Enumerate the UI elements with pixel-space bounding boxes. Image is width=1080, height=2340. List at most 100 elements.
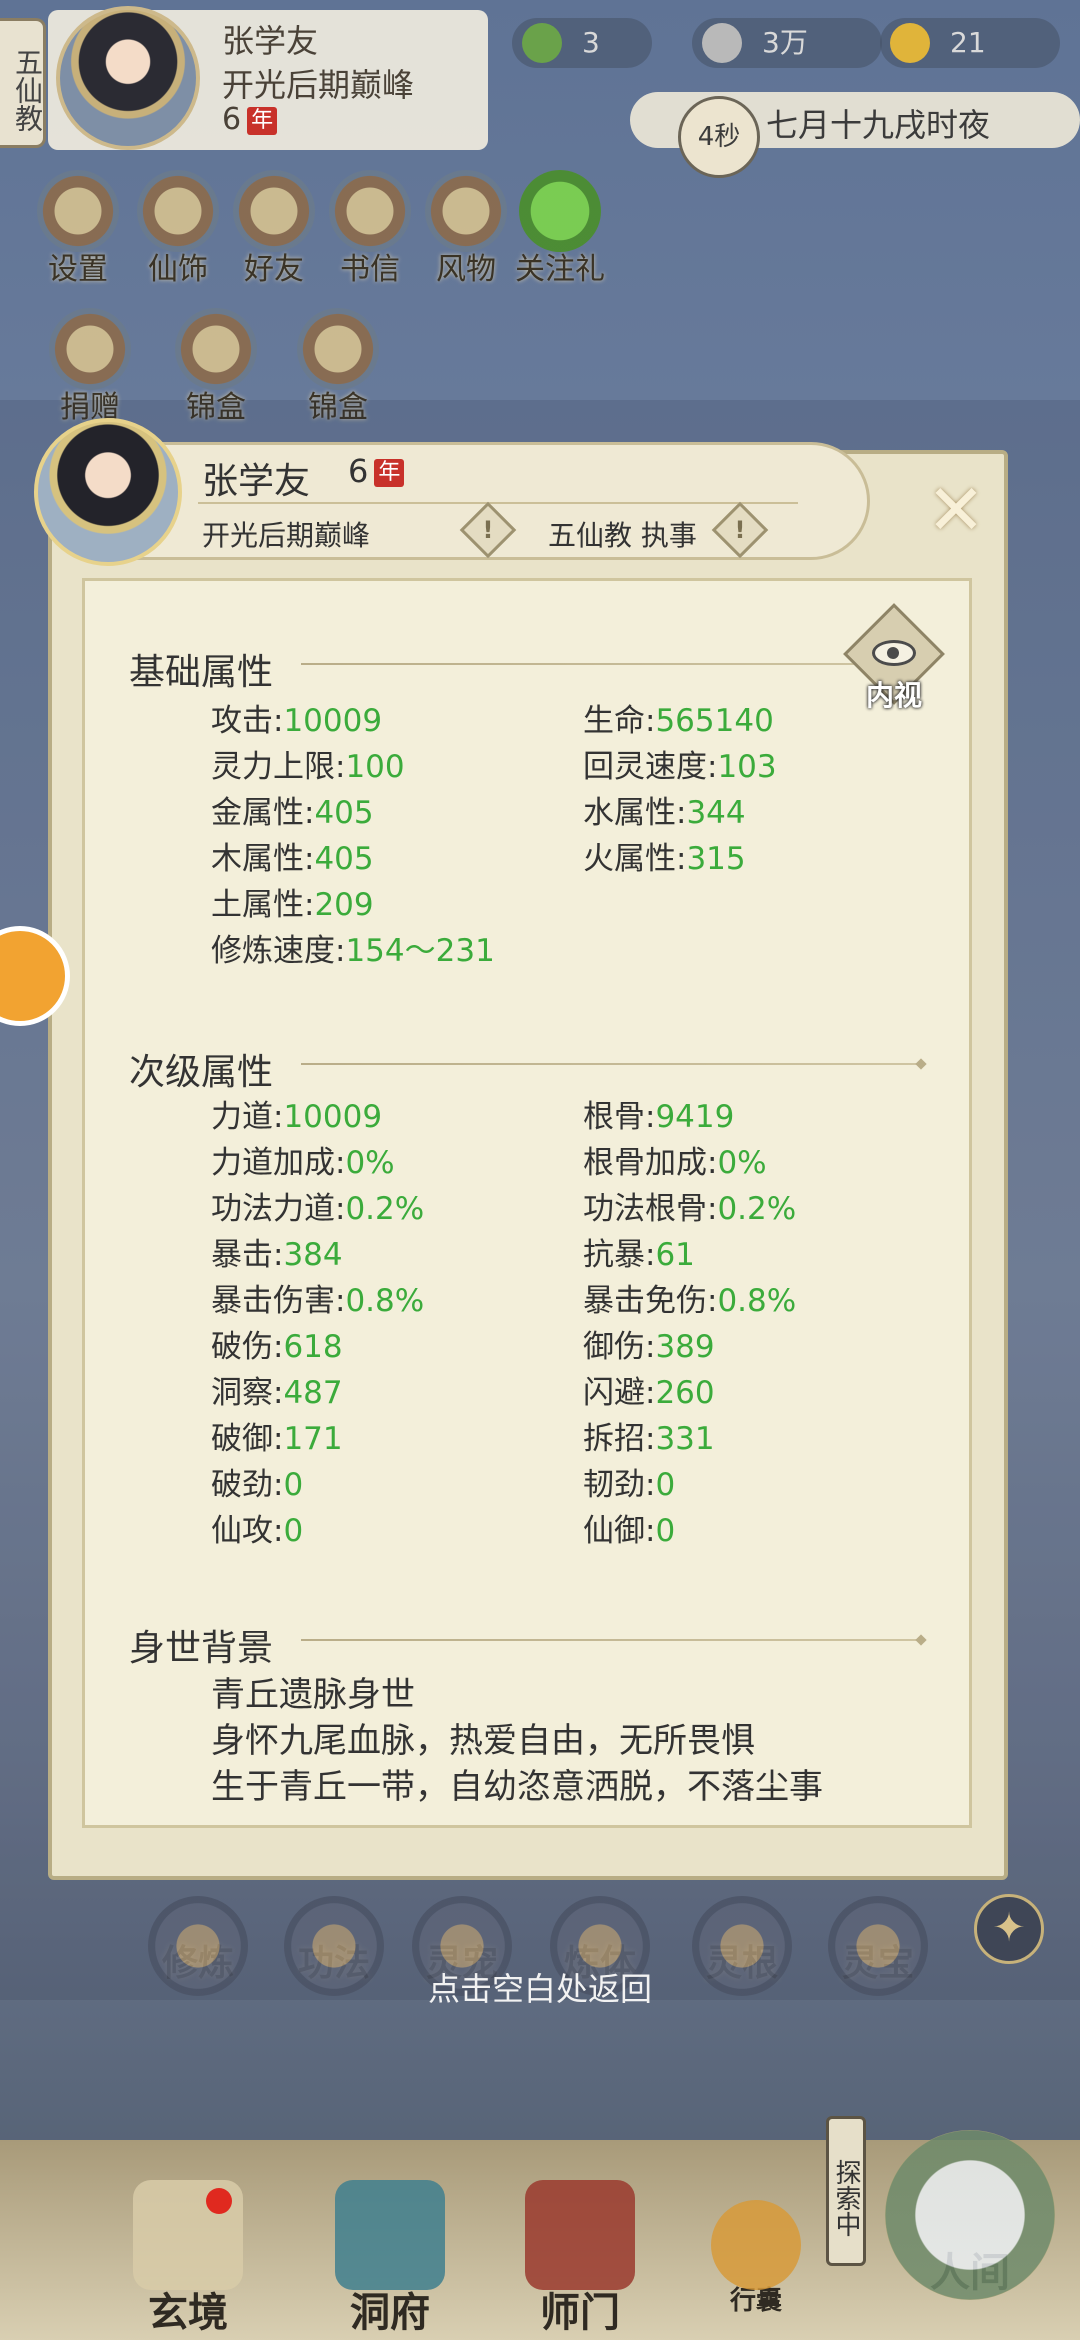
stat-water-label: 水属性 [583, 795, 676, 831]
nav-bag[interactable]: 行囊 [686, 2200, 826, 2317]
stat-label: 仙攻 [211, 1513, 273, 1549]
stat-wood-label: 木属性 [211, 841, 304, 877]
settings-button[interactable]: 设置 [32, 170, 124, 288]
stat-label: 抗暴 [583, 1237, 645, 1273]
stat-mana-max-label: 灵力上限 [211, 749, 335, 785]
strength-icon [890, 23, 930, 63]
coin-icon [702, 23, 742, 63]
stat-skill-constitution: 功法根骨:0.2% [583, 1191, 797, 1227]
panel-avatar [34, 418, 182, 566]
stat-value: 0.8% [345, 1283, 425, 1319]
stat-value: 0.8% [717, 1283, 797, 1319]
stat-label: 仙御 [583, 1513, 645, 1549]
bag-icon [711, 2200, 801, 2290]
notification-dot [206, 2188, 232, 2214]
panel-age: 6年 [348, 452, 405, 490]
player-age-value: 6 [222, 102, 242, 137]
stat-wood: 木属性:405 [211, 841, 374, 877]
stat-label: 功法根骨 [583, 1191, 707, 1227]
stat-cultivation-speed-value: 154～231 [345, 933, 495, 969]
stat-label: 力道 [211, 1099, 273, 1135]
stat-strength-bonus: 力道加成:0% [211, 1145, 395, 1181]
mountain-icon [885, 2130, 1055, 2300]
player-age: 6年 [222, 102, 278, 137]
stat-value: 61 [655, 1237, 695, 1273]
stat-skill-strength: 功法力道:0.2% [211, 1191, 425, 1227]
costume-button[interactable]: 仙饰 [132, 170, 224, 288]
scenery-icon [425, 170, 507, 252]
stat-label: 拆招 [583, 1421, 645, 1457]
stat-label: 破御 [211, 1421, 273, 1457]
stat-label: 暴击伤害 [211, 1283, 335, 1319]
stat-fire: 火属性:315 [583, 841, 746, 877]
stat-value: 331 [655, 1421, 715, 1457]
stat-crit-resist: 抗暴:61 [583, 1237, 695, 1273]
stat-value: 0 [283, 1467, 304, 1503]
panel-content[interactable]: 基础属性 攻击:10009 生命:565140 灵力上限:100 回灵速度:10… [82, 578, 972, 1828]
stat-value: 171 [283, 1421, 343, 1457]
inner-view-button[interactable]: 内视 [843, 603, 945, 712]
mail-button[interactable]: 书信 [324, 170, 416, 288]
stat-parry: 拆招:331 [583, 1421, 715, 1457]
stat-break-tenacity: 破劲:0 [211, 1467, 304, 1503]
player-name: 张学友 [222, 22, 319, 60]
close-icon[interactable]: ✕ [916, 470, 996, 550]
stat-label: 力道加成 [211, 1145, 335, 1181]
stat-crit: 暴击:384 [211, 1237, 343, 1273]
stat-crit-damage-reduction: 暴击免伤:0.8% [583, 1283, 797, 1319]
stat-value: 389 [655, 1329, 715, 1365]
header-divider [198, 502, 798, 504]
stat-value: 10009 [283, 1099, 383, 1135]
nav-world[interactable]: 人间 [870, 2130, 1070, 2300]
stat-tenacity: 韧劲:0 [583, 1467, 676, 1503]
stat-pierce-damage: 破伤:618 [211, 1329, 343, 1365]
player-avatar[interactable] [56, 6, 200, 150]
stat-break-defense: 破御:171 [211, 1421, 343, 1457]
inner-view-label: 内视 [865, 679, 922, 712]
sect-tag[interactable]: 五仙教 [0, 18, 46, 148]
shuriken-icon[interactable]: ✦ [974, 1894, 1044, 1964]
resource-jade[interactable]: 3 [512, 18, 652, 68]
stat-label: 暴击 [211, 1237, 273, 1273]
exploring-tag: 探索中 [826, 2116, 866, 2266]
wechat-icon [519, 170, 601, 252]
player-realm: 开光后期巅峰 [222, 66, 415, 104]
crane-icon [49, 308, 131, 390]
secondary-attr-rule [301, 1063, 921, 1065]
stat-label: 闪避 [583, 1375, 645, 1411]
stat-immortal-defense: 仙御:0 [583, 1513, 676, 1549]
stat-damage-defense: 御伤:389 [583, 1329, 715, 1365]
stat-label: 根骨加成 [583, 1145, 707, 1181]
gift-box-icon [175, 308, 257, 390]
resource-coin[interactable]: 3万 [692, 18, 882, 68]
scenery-button[interactable]: 风物 [420, 170, 512, 288]
jade-leaf-icon [522, 23, 562, 63]
stat-fire-label: 火属性 [583, 841, 676, 877]
letter-icon [329, 170, 411, 252]
stat-value: 384 [283, 1237, 343, 1273]
nav-sect[interactable]: 师门 [500, 2180, 660, 2338]
stat-value: 9419 [655, 1099, 735, 1135]
stat-hp: 生命:565140 [583, 703, 774, 739]
stat-value: 618 [283, 1329, 343, 1365]
stat-label: 根骨 [583, 1099, 645, 1135]
panel-realm: 开光后期巅峰 [202, 519, 371, 552]
stat-earth: 土属性:209 [211, 887, 374, 923]
follow-gift-button[interactable]: 关注礼 [514, 170, 606, 288]
stat-dodge: 闪避:260 [583, 1375, 715, 1411]
stat-label: 破劲 [211, 1467, 273, 1503]
pavilion-icon [335, 2180, 445, 2290]
stat-wood-value: 405 [314, 841, 374, 877]
time-countdown: 4秒 [678, 96, 760, 178]
stat-insight: 洞察:487 [211, 1375, 343, 1411]
stat-value: 0% [717, 1145, 767, 1181]
stat-value: 0.2% [717, 1191, 797, 1227]
resource-strength[interactable]: 21 [880, 18, 1060, 68]
eye-icon [872, 640, 916, 666]
friends-button[interactable]: 好友 [228, 170, 320, 288]
stat-strength: 力道:10009 [211, 1099, 383, 1135]
stat-label: 御伤 [583, 1329, 645, 1365]
nav-cave[interactable]: 洞府 [310, 2180, 470, 2338]
nav-realm[interactable]: 玄境 [108, 2180, 268, 2338]
resource-strength-value: 21 [950, 26, 986, 59]
